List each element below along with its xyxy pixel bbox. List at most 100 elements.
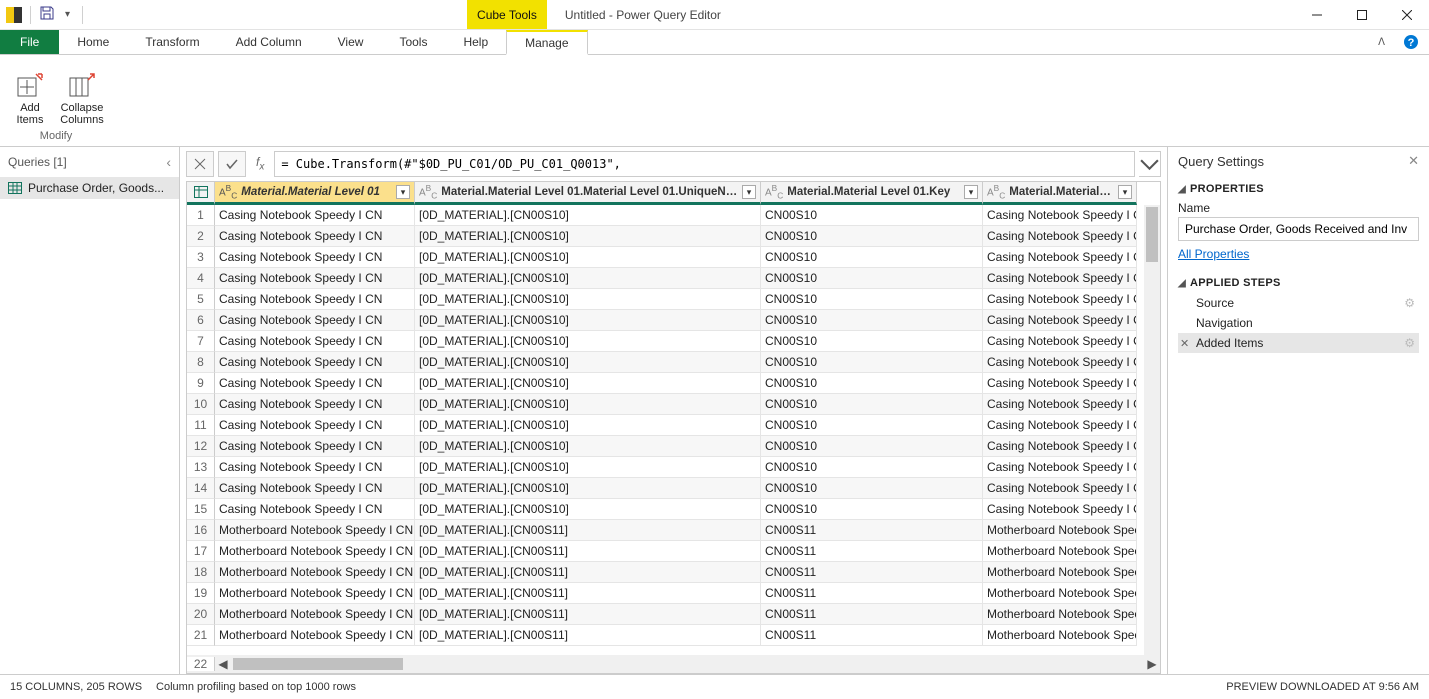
cell[interactable]: CN00S11	[761, 625, 983, 646]
cell[interactable]: Casing Notebook Speedy I CN	[215, 415, 415, 436]
cell[interactable]: CN00S10	[761, 289, 983, 310]
table-row[interactable]: 11Casing Notebook Speedy I CN[0D_MATERIA…	[187, 415, 1160, 436]
column-filter-dropdown[interactable]: ▾	[964, 185, 978, 199]
cell[interactable]: Motherboard Notebook Speed	[983, 562, 1137, 583]
cell[interactable]: Casing Notebook Speedy I CN	[983, 247, 1137, 268]
cell[interactable]: Casing Notebook Speedy I CN	[983, 373, 1137, 394]
cell[interactable]: [0D_MATERIAL].[CN00S10]	[415, 373, 761, 394]
chevron-icon[interactable]: ◢	[1178, 184, 1186, 195]
applied-step[interactable]: ✕Added Items⚙	[1178, 333, 1419, 353]
query-item[interactable]: Purchase Order, Goods...	[0, 177, 179, 199]
qat-dropdown[interactable]: ▾	[61, 7, 74, 22]
cell[interactable]: Casing Notebook Speedy I CN	[983, 499, 1137, 520]
select-all-corner[interactable]	[187, 182, 215, 205]
cancel-formula-button[interactable]	[186, 151, 214, 177]
cell[interactable]: Casing Notebook Speedy I CN	[215, 205, 415, 226]
table-row[interactable]: 9Casing Notebook Speedy I CN[0D_MATERIAL…	[187, 373, 1160, 394]
cell[interactable]: [0D_MATERIAL].[CN00S10]	[415, 436, 761, 457]
cell[interactable]: Motherboard Notebook Speed	[983, 541, 1137, 562]
cell[interactable]: CN00S11	[761, 583, 983, 604]
cell[interactable]: Casing Notebook Speedy I CN	[215, 499, 415, 520]
table-row[interactable]: 20Motherboard Notebook Speedy I CN[0D_MA…	[187, 604, 1160, 625]
chevron-icon[interactable]: ◢	[1178, 278, 1186, 289]
cell[interactable]: Motherboard Notebook Speedy I CN	[215, 520, 415, 541]
tab-file[interactable]: File	[0, 30, 59, 54]
cell[interactable]: [0D_MATERIAL].[CN00S11]	[415, 583, 761, 604]
cell[interactable]: Motherboard Notebook Speedy I CN	[215, 604, 415, 625]
cell[interactable]: Casing Notebook Speedy I CN	[983, 331, 1137, 352]
table-row[interactable]: 17Motherboard Notebook Speedy I CN[0D_MA…	[187, 541, 1160, 562]
cell[interactable]: Casing Notebook Speedy I CN	[983, 268, 1137, 289]
cell[interactable]: [0D_MATERIAL].[CN00S10]	[415, 310, 761, 331]
table-row[interactable]: 4Casing Notebook Speedy I CN[0D_MATERIAL…	[187, 268, 1160, 289]
cell[interactable]: CN00S10	[761, 457, 983, 478]
cell[interactable]: Casing Notebook Speedy I CN	[215, 289, 415, 310]
column-filter-dropdown[interactable]: ▾	[1118, 185, 1132, 199]
table-row[interactable]: 21Motherboard Notebook Speedy I CN[0D_MA…	[187, 625, 1160, 646]
table-row[interactable]: 5Casing Notebook Speedy I CN[0D_MATERIAL…	[187, 289, 1160, 310]
cell[interactable]: CN00S10	[761, 205, 983, 226]
collapse-columns-button[interactable]: Collapse Columns	[58, 68, 106, 128]
cell[interactable]: Casing Notebook Speedy I CN	[215, 373, 415, 394]
cell[interactable]: CN00S11	[761, 541, 983, 562]
cell[interactable]: Motherboard Notebook Speed	[983, 520, 1137, 541]
cell[interactable]: CN00S11	[761, 604, 983, 625]
cell[interactable]: Casing Notebook Speedy I CN	[983, 394, 1137, 415]
cell[interactable]: Casing Notebook Speedy I CN	[983, 289, 1137, 310]
table-row[interactable]: 7Casing Notebook Speedy I CN[0D_MATERIAL…	[187, 331, 1160, 352]
cell[interactable]: Casing Notebook Speedy I CN	[215, 247, 415, 268]
cell[interactable]: Casing Notebook Speedy I CN	[215, 457, 415, 478]
vertical-scrollbar[interactable]	[1144, 205, 1160, 655]
cell[interactable]: Casing Notebook Speedy I CN	[215, 268, 415, 289]
table-row[interactable]: 8Casing Notebook Speedy I CN[0D_MATERIAL…	[187, 352, 1160, 373]
cell[interactable]: Casing Notebook Speedy I CN	[983, 352, 1137, 373]
applied-step[interactable]: Source⚙	[1178, 293, 1419, 313]
cell[interactable]: CN00S10	[761, 415, 983, 436]
cell[interactable]: CN00S11	[761, 562, 983, 583]
cell[interactable]: Casing Notebook Speedy I CN	[983, 415, 1137, 436]
tab-tools[interactable]: Tools	[381, 30, 445, 54]
table-row[interactable]: 14Casing Notebook Speedy I CN[0D_MATERIA…	[187, 478, 1160, 499]
cell[interactable]: [0D_MATERIAL].[CN00S10]	[415, 457, 761, 478]
cell[interactable]: CN00S11	[761, 520, 983, 541]
cell[interactable]: Motherboard Notebook Speed	[983, 604, 1137, 625]
cell[interactable]: [0D_MATERIAL].[CN00S10]	[415, 247, 761, 268]
help-button[interactable]: ?	[1393, 30, 1429, 54]
collapse-ribbon-button[interactable]: ᐱ	[1370, 30, 1393, 54]
column-filter-dropdown[interactable]: ▾	[742, 185, 756, 199]
delete-step-icon[interactable]: ✕	[1180, 337, 1189, 350]
cell[interactable]: CN00S10	[761, 268, 983, 289]
column-header[interactable]: ABCMaterial.Material Level 01.Key▾	[761, 182, 983, 205]
cell[interactable]: CN00S10	[761, 394, 983, 415]
column-header[interactable]: ABCMaterial.Material Level 01▾	[215, 182, 415, 205]
close-settings-button[interactable]: ✕	[1408, 153, 1419, 169]
cell[interactable]: Motherboard Notebook Speedy I CN	[215, 541, 415, 562]
cell[interactable]: CN00S10	[761, 499, 983, 520]
cell[interactable]: [0D_MATERIAL].[CN00S11]	[415, 625, 761, 646]
queries-collapse-button[interactable]: ‹	[166, 154, 171, 170]
cell[interactable]: CN00S10	[761, 331, 983, 352]
gear-icon[interactable]: ⚙	[1404, 296, 1415, 310]
table-row[interactable]: 16Motherboard Notebook Speedy I CN[0D_MA…	[187, 520, 1160, 541]
cell[interactable]: CN00S10	[761, 373, 983, 394]
table-row[interactable]: 12Casing Notebook Speedy I CN[0D_MATERIA…	[187, 436, 1160, 457]
cell[interactable]: [0D_MATERIAL].[CN00S11]	[415, 520, 761, 541]
cell[interactable]: Casing Notebook Speedy I CN	[215, 352, 415, 373]
column-header[interactable]: ABCMaterial.Material Level 01.Material L…	[415, 182, 761, 205]
horizontal-scrollbar[interactable]: 22 ◀ ▶	[187, 655, 1160, 673]
cell[interactable]: Casing Notebook Speedy I CN	[983, 436, 1137, 457]
tab-add-column[interactable]: Add Column	[218, 30, 320, 54]
cell[interactable]: Casing Notebook Speedy I CN	[215, 436, 415, 457]
cell[interactable]: Casing Notebook Speedy I CN	[983, 310, 1137, 331]
cell[interactable]: CN00S10	[761, 436, 983, 457]
cell[interactable]: [0D_MATERIAL].[CN00S11]	[415, 541, 761, 562]
cell[interactable]: [0D_MATERIAL].[CN00S10]	[415, 394, 761, 415]
all-properties-link[interactable]: All Properties	[1178, 241, 1419, 271]
cell[interactable]: [0D_MATERIAL].[CN00S10]	[415, 499, 761, 520]
cell[interactable]: CN00S10	[761, 226, 983, 247]
cell[interactable]: [0D_MATERIAL].[CN00S10]	[415, 331, 761, 352]
cell[interactable]: [0D_MATERIAL].[CN00S11]	[415, 604, 761, 625]
cell[interactable]: Motherboard Notebook Speed	[983, 625, 1137, 646]
gear-icon[interactable]: ⚙	[1404, 336, 1415, 350]
add-items-button[interactable]: Add Items	[6, 68, 54, 128]
